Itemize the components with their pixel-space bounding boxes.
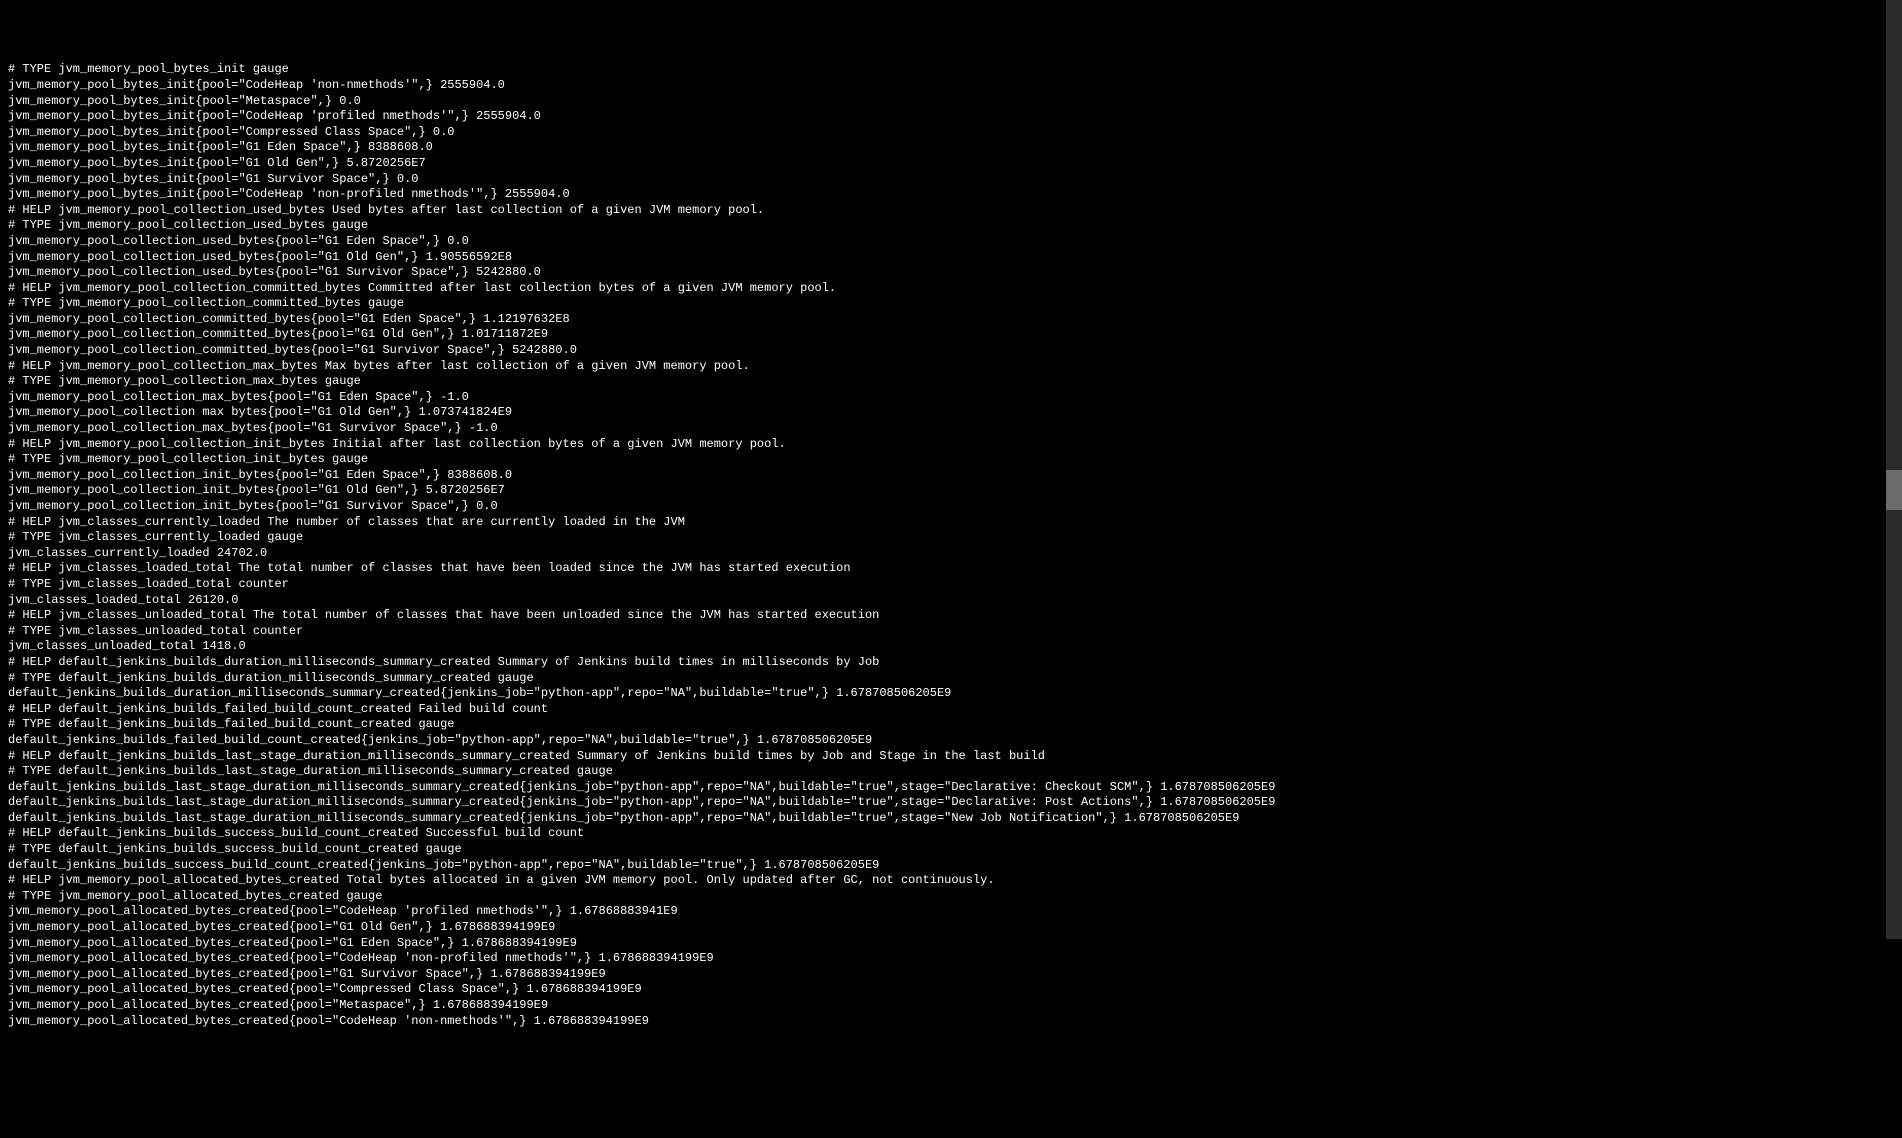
prometheus-metrics-output: # TYPE jvm_memory_pool_bytes_init gauge … xyxy=(8,62,1894,1029)
scrollbar-thumb[interactable] xyxy=(1886,470,1902,510)
scrollbar-track[interactable] xyxy=(1886,0,1902,939)
